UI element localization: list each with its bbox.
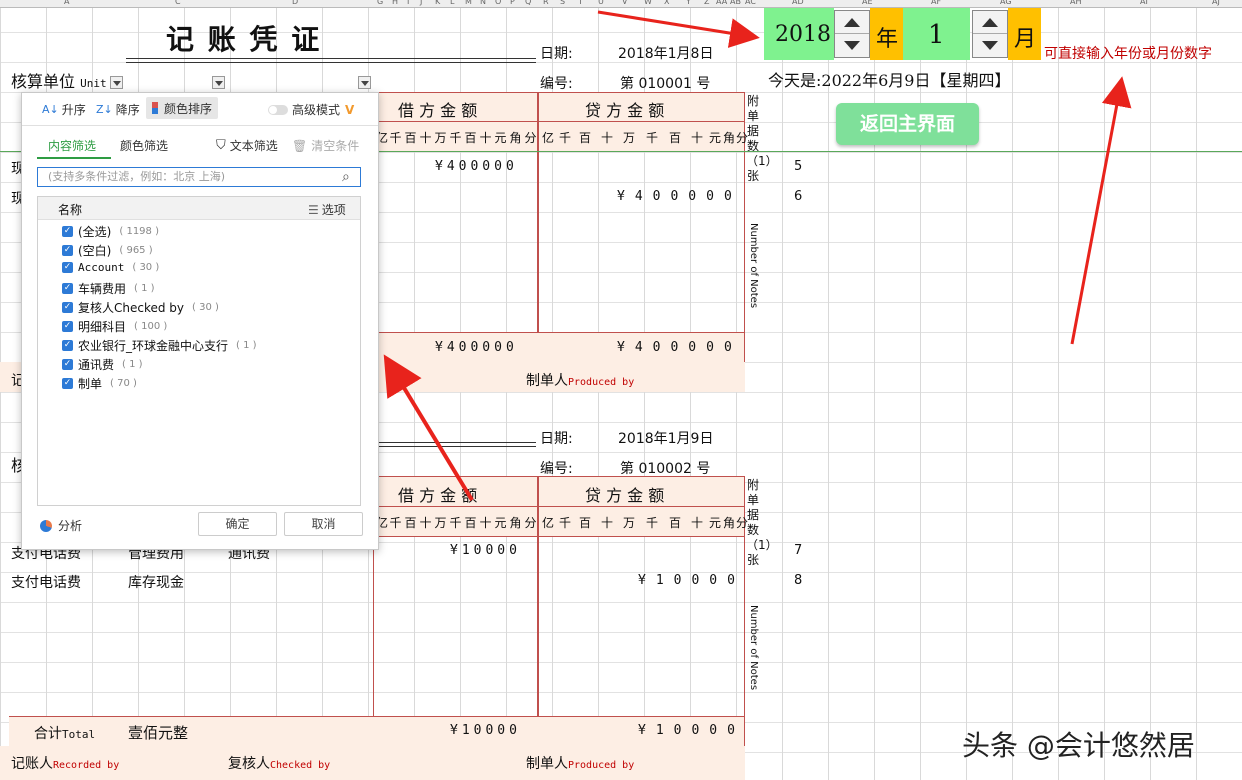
arrow-to-hint bbox=[1070, 76, 1132, 345]
annotation-arrows bbox=[383, 10, 1132, 502]
arrow-to-year bbox=[597, 10, 760, 48]
arrow-to-filter bbox=[383, 354, 474, 502]
watermark: 头条 @会计悠然居 bbox=[962, 729, 1195, 762]
